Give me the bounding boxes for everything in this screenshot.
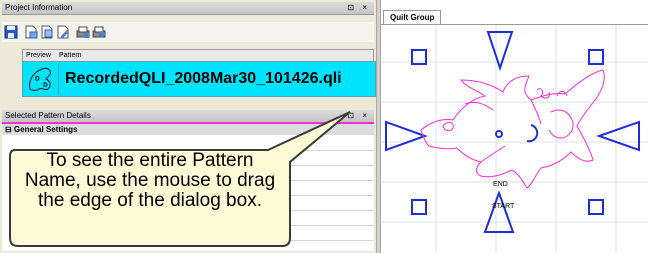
quilt-design-canvas[interactable]: END START — [381, 0, 648, 253]
quilt-pattern-path[interactable] — [420, 69, 605, 189]
property-row — [270, 180, 374, 181]
circle-shape[interactable] — [495, 130, 503, 138]
general-settings-section[interactable]: ⊟ General Settings — [2, 124, 374, 135]
save-icon[interactable] — [4, 25, 18, 39]
pattern-preview-thumbnail — [24, 63, 59, 95]
property-row — [270, 225, 374, 226]
callout-text: To see the entire Pattern Name, use the … — [24, 150, 276, 211]
triangle-shape[interactable] — [483, 190, 515, 233]
print-icon[interactable] — [76, 25, 90, 39]
print-preview-icon[interactable] — [92, 25, 106, 39]
project-toolbar — [2, 22, 374, 42]
document-icon[interactable] — [24, 25, 38, 39]
general-settings-label: ⊟ General Settings — [5, 125, 78, 134]
selected-pattern-details-titlebar: Selected Pattern Details ⊡ × — [2, 110, 374, 124]
start-label: START — [492, 203, 515, 210]
pattern-column-header[interactable]: Pattern — [59, 50, 82, 61]
property-row — [270, 195, 374, 196]
selected-pattern-row[interactable]: RecordedQLI_2008Mar30_101426.qli — [22, 61, 376, 97]
triangle-shape[interactable] — [486, 31, 514, 72]
document-copy-icon[interactable] — [40, 25, 54, 39]
preview-column-header[interactable]: Preview — [26, 50, 51, 61]
property-row — [270, 210, 374, 211]
property-row — [270, 150, 374, 151]
panel-controls[interactable]: ⊡ × — [347, 110, 370, 122]
project-information-titlebar: Project Information ⊡ × — [2, 2, 374, 15]
project-information-title: Project Information — [5, 3, 73, 12]
triangle-shape[interactable] — [595, 120, 640, 152]
left-panel: Project Information ⊡ × Preview Pattern — [0, 0, 376, 253]
triangle-shape[interactable] — [385, 120, 428, 152]
property-row — [270, 165, 374, 166]
panel-controls[interactable]: ⊡ × — [347, 2, 370, 14]
property-row — [270, 240, 374, 241]
square-shape[interactable] — [411, 199, 427, 215]
quilt-group-panel: Quilt Group END START — [381, 0, 648, 253]
end-label: END — [493, 181, 508, 188]
document-edit-icon[interactable] — [56, 25, 70, 39]
selected-pattern-details-title: Selected Pattern Details — [5, 111, 91, 120]
arc-shape[interactable] — [526, 124, 539, 143]
square-shape[interactable] — [588, 199, 604, 215]
pattern-name: RecordedQLI_2008Mar30_101426.qli — [65, 70, 342, 87]
